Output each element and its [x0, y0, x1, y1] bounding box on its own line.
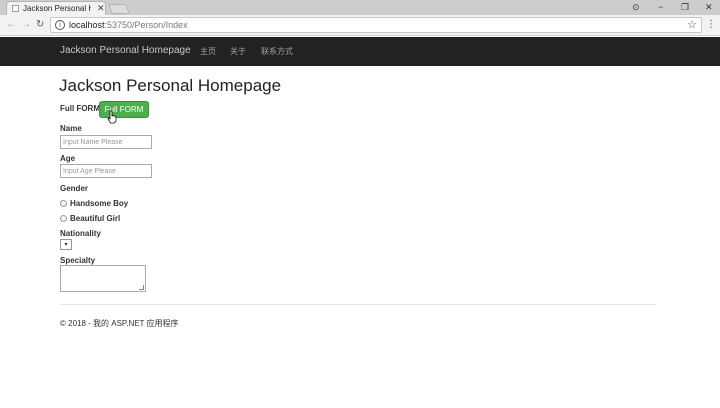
nav-link-about[interactable]: 关于 [230, 46, 246, 57]
age-label: Age [60, 154, 76, 163]
specialty-textarea[interactable] [60, 265, 146, 292]
age-input[interactable] [60, 164, 152, 178]
minimize-icon[interactable]: − [658, 1, 663, 13]
gender-radio-beautiful-girl[interactable] [60, 215, 67, 222]
url-text: localhost:53750/Person/Index [69, 20, 188, 30]
specialty-label: Specialty [60, 256, 96, 265]
new-tab-button[interactable] [108, 4, 130, 14]
account-icon[interactable]: ⊙ [632, 1, 640, 13]
nav-link-contact[interactable]: 联系方式 [261, 46, 293, 57]
restore-icon[interactable]: ❐ [681, 1, 689, 13]
browser-tab[interactable]: Jackson Personal Homep ✕ [6, 1, 106, 15]
nationality-select[interactable]: ▾ [60, 239, 72, 250]
forward-arrow-icon[interactable]: → [21, 19, 31, 31]
name-label: Name [60, 124, 82, 133]
nationality-label: Nationality [60, 229, 101, 238]
nav-link-home[interactable]: 主页 [200, 46, 216, 57]
tab-title: Jackson Personal Homep [23, 4, 91, 13]
gender-radio-handsome-boy[interactable] [60, 200, 67, 207]
page-title: Jackson Personal Homepage [59, 76, 282, 95]
footer-divider [60, 304, 656, 305]
navbar-brand[interactable]: Jackson Personal Homepage [60, 45, 191, 56]
browser-toolbar: ← → ↻ i localhost:53750/Person/Index ☆ ⋮ [0, 15, 720, 36]
gender-option-label: Beautiful Girl [70, 214, 121, 223]
hand-cursor-icon [107, 110, 117, 124]
browser-menu-icon[interactable]: ⋮ [706, 19, 716, 31]
name-input[interactable] [60, 135, 152, 149]
site-navbar: Jackson Personal Homepage 主页 关于 联系方式 [0, 37, 720, 66]
full-form-label: Full FORM [60, 104, 100, 113]
reload-icon[interactable]: ↻ [36, 19, 44, 31]
info-icon[interactable]: i [55, 20, 65, 30]
bookmark-star-icon[interactable]: ☆ [687, 18, 697, 32]
resize-grip-icon[interactable] [139, 285, 144, 290]
browser-tabstrip: Jackson Personal Homep ✕ ⊙ − ❐ ✕ [0, 0, 720, 15]
address-bar[interactable]: i localhost:53750/Person/Index ☆ [50, 17, 702, 33]
window-close-icon[interactable]: ✕ [705, 1, 713, 13]
gender-option-label: Handsome Boy [70, 199, 129, 208]
gender-label: Gender [60, 184, 89, 193]
back-arrow-icon[interactable]: ← [6, 19, 16, 31]
page-favicon-icon [12, 5, 19, 12]
footer-copyright: © 2018 - 我的 ASP.NET 应用程序 [60, 319, 179, 328]
tab-close-icon[interactable]: ✕ [97, 2, 105, 15]
